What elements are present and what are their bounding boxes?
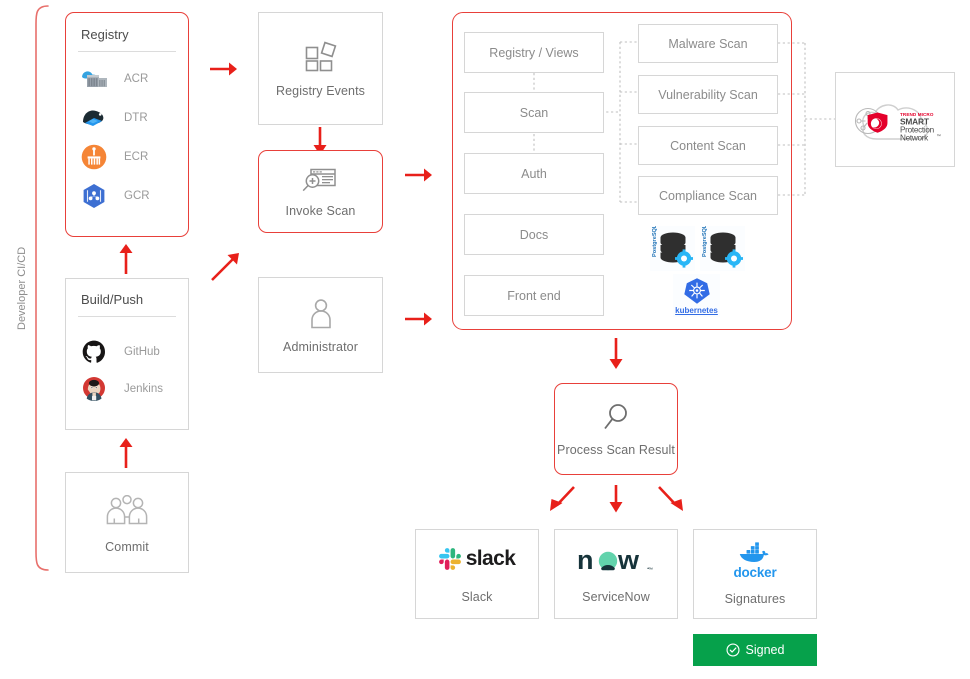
servicenow-icon: n w . ™: [577, 544, 655, 576]
infra-postgres-1: PostgreSQL: [650, 224, 695, 271]
tiles-icon: [304, 39, 338, 75]
architecture-diagram: Developer CI/CD Registry ACR DTR ECR GCR…: [0, 0, 970, 679]
arrow-commit-to-build: [119, 438, 133, 468]
scanner-box-compliance[interactable]: Compliance Scan: [638, 176, 778, 215]
scanner-box-content[interactable]: Content Scan: [638, 126, 778, 165]
svg-text:™: ™: [648, 567, 653, 573]
divider: [78, 51, 176, 52]
arrow-build-to-invoke-scan: [211, 253, 239, 281]
svg-text:PostgreSQL: PostgreSQL: [652, 226, 658, 257]
check-circle-icon: [726, 643, 740, 657]
scanner-box-label: Vulnerability Scan: [658, 87, 758, 102]
svg-text:n: n: [577, 545, 592, 575]
service-box-label: Front end: [507, 288, 561, 303]
developer-cicd-label: Developer CI/CD: [16, 246, 28, 330]
service-box-label: Scan: [519, 105, 549, 120]
svg-text:PostgreSQL: PostgreSQL: [702, 226, 708, 257]
scanner-box-malware[interactable]: Malware Scan: [638, 24, 778, 63]
arrow-invoke-scan-to-services: [405, 168, 432, 182]
kubernetes-icon: [683, 277, 711, 305]
divider: [78, 316, 176, 317]
service-box-label: Docs: [519, 227, 549, 242]
service-box-label: Auth: [521, 166, 547, 181]
service-box-registry-views[interactable]: Registry / Views: [464, 32, 604, 73]
scanner-box-label: Malware Scan: [668, 36, 748, 51]
build-push-group-card: Build/Push GitHub Jenkins: [65, 278, 189, 430]
administrator-label: Administrator: [283, 340, 358, 354]
build-item-jenkins[interactable]: Jenkins: [78, 376, 176, 402]
registry-item-ecr[interactable]: ECR: [78, 143, 176, 171]
jenkins-icon: [78, 376, 110, 402]
magnifier-window-icon: [300, 165, 342, 197]
azure-container-registry-icon: [78, 65, 110, 93]
registry-item-label: ECR: [124, 151, 149, 163]
arrow-registry-to-events: [210, 62, 237, 76]
arrow-services-to-process-scan: [609, 338, 623, 369]
docker-wordmark: docker: [733, 565, 777, 580]
person-icon: [307, 296, 335, 332]
amazon-ecr-icon: [78, 143, 110, 171]
slack-wordmark: slack: [465, 547, 516, 570]
service-box-docs[interactable]: Docs: [464, 214, 604, 255]
arrow-build-to-registry: [119, 244, 133, 274]
signed-badge[interactable]: Signed: [693, 634, 817, 666]
arrow-process-to-servicenow: [609, 485, 623, 513]
administrator-card: Administrator: [258, 277, 383, 373]
scanner-box-label: Compliance Scan: [659, 188, 757, 203]
kubernetes-label: kubernetes: [675, 305, 718, 315]
registry-item-label: GCR: [124, 190, 150, 202]
process-scan-result-label: Process Scan Result: [557, 443, 675, 457]
output-label-slack: Slack: [461, 590, 493, 604]
commit-label: Commit: [105, 539, 149, 554]
signed-badge-label: Signed: [745, 643, 785, 657]
registry-item-gcr[interactable]: GCR: [78, 182, 176, 210]
slack-icon: slack: [438, 544, 516, 574]
scanner-box-label: Content Scan: [670, 138, 746, 153]
svg-text:™: ™: [937, 133, 942, 138]
arrow-process-to-slack: [550, 486, 575, 511]
service-box-auth[interactable]: Auth: [464, 153, 604, 194]
google-container-registry-icon: [78, 182, 110, 210]
infra-kubernetes: kubernetes: [673, 274, 720, 317]
two-people-icon: [101, 492, 153, 532]
invoke-scan-card: Invoke Scan: [258, 150, 383, 233]
invoke-scan-label: Invoke Scan: [285, 204, 356, 218]
process-scan-result-card: Process Scan Result: [554, 383, 678, 475]
developer-cicd-bracket: [35, 5, 49, 571]
output-card-servicenow: n w . ™ ServiceNow: [554, 529, 678, 619]
output-card-signatures: docker Signatures: [693, 529, 817, 619]
registry-item-dtr[interactable]: DTR: [78, 104, 176, 132]
output-label-servicenow: ServiceNow: [582, 590, 650, 604]
smart-protection-network-card: TREND MICRO SMART Protection Network ™: [835, 72, 955, 167]
output-label-signatures: Signatures: [724, 592, 786, 606]
magnifier-icon: [601, 401, 631, 435]
docker-whale-icon: docker: [733, 542, 777, 580]
registry-group-card: Registry ACR DTR ECR GCR: [65, 12, 189, 237]
service-box-label: Registry / Views: [489, 45, 579, 60]
scanner-box-vulnerability[interactable]: Vulnerability Scan: [638, 75, 778, 114]
registry-events-card: Registry Events: [258, 12, 383, 125]
build-item-label: Jenkins: [124, 383, 163, 395]
arrow-admin-to-services: [405, 312, 432, 326]
build-item-label: GitHub: [124, 346, 160, 358]
registry-events-label: Registry Events: [275, 84, 366, 98]
registry-group-title: Registry: [81, 27, 129, 42]
github-icon: [78, 339, 110, 365]
build-item-github[interactable]: GitHub: [78, 339, 176, 365]
commit-card: Commit: [65, 472, 189, 573]
service-box-front-end[interactable]: Front end: [464, 275, 604, 316]
arrow-process-to-signatures: [658, 486, 683, 511]
infra-postgres-2: PostgreSQL: [700, 224, 745, 271]
output-card-slack: slack Slack: [415, 529, 539, 619]
registry-item-label: DTR: [124, 112, 148, 124]
smart-protection-network-cloud-icon: TREND MICRO SMART Protection Network ™: [843, 92, 947, 148]
service-box-scan[interactable]: Scan: [464, 92, 604, 133]
build-push-group-title: Build/Push: [81, 292, 144, 307]
svg-text:Network: Network: [900, 133, 929, 142]
registry-item-label: ACR: [124, 73, 149, 85]
svg-text:w: w: [617, 545, 640, 575]
docker-trusted-registry-icon: [78, 104, 110, 132]
registry-item-acr[interactable]: ACR: [78, 65, 176, 93]
